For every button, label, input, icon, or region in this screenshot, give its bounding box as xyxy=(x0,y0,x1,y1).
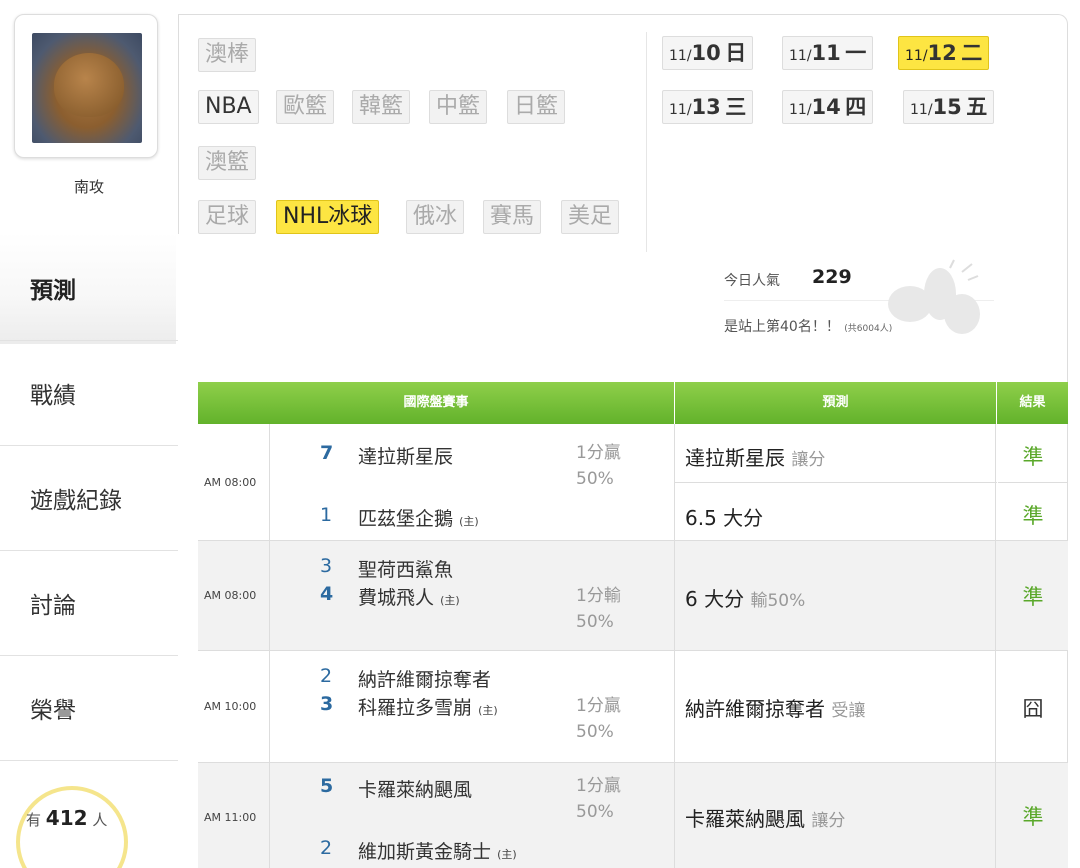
prediction-text: 卡羅萊納颶風 讓分 xyxy=(685,807,846,831)
header-match: 國際盤賽事 xyxy=(198,382,675,424)
match-time: AM 10:00 xyxy=(198,651,270,762)
team-rank: 7 xyxy=(320,442,334,464)
team-name: 達拉斯星辰 xyxy=(358,446,454,468)
today-popularity-label: 今日人氣 xyxy=(724,273,780,289)
prediction-cell: 6 大分 輸50% xyxy=(674,541,996,650)
popularity-badge-text: 有 412 人 xyxy=(26,806,108,830)
category-tag[interactable]: 美足 xyxy=(561,200,620,234)
category-tag[interactable]: 足球 xyxy=(198,200,257,234)
prediction-text: 納許維爾掠奪者 受讓 xyxy=(685,697,866,721)
team-rank: 2 xyxy=(320,665,333,687)
result-mark: 準 xyxy=(1022,805,1044,829)
date-tab-active[interactable]: 11/12 二 xyxy=(898,36,990,70)
spread: 1分贏 50% xyxy=(576,443,621,489)
result-mark: 準 xyxy=(1022,504,1044,528)
nav-item-label: 遊戲紀錄 xyxy=(30,488,122,514)
nav-item-prediction[interactable]: 預測 xyxy=(0,232,178,344)
team-rank: 3 xyxy=(320,555,333,577)
team-name: 科羅拉多雪崩 (主) xyxy=(358,697,498,719)
date-tab[interactable]: 11/13 三 xyxy=(662,90,754,124)
nav-item-record[interactable]: 戰績 xyxy=(0,340,178,445)
spread: 1分贏 50% xyxy=(576,696,621,742)
today-popularity-value: 229 xyxy=(812,266,852,288)
team-rank: 4 xyxy=(320,583,334,605)
table-row: AM 08:00 3 聖荷西鯊魚 4 費城飛人 (主) 1分輸 50% 6 大分 … xyxy=(198,541,1068,651)
team-rank: 5 xyxy=(320,775,334,797)
team-rank: 1 xyxy=(320,504,333,526)
nav-item-label: 預測 xyxy=(30,278,76,304)
prediction-cell: 達拉斯星辰 讓分 6.5 大分 xyxy=(674,424,997,540)
nav-item-label: 戰績 xyxy=(30,383,76,409)
divider xyxy=(646,32,647,252)
category-tag[interactable]: NBA xyxy=(198,90,259,124)
match-time: AM 08:00 xyxy=(198,424,270,540)
team-rank: 3 xyxy=(320,693,334,715)
site-rank: 是站上第40名！！ (共6004人) xyxy=(724,319,893,335)
team-name: 卡羅萊納颶風 xyxy=(358,779,473,801)
category-tag[interactable]: 賽馬 xyxy=(483,200,542,234)
date-tab[interactable]: 11/14 四 xyxy=(782,90,874,124)
result-mark: 準 xyxy=(1022,445,1044,469)
table-row: AM 08:00 7 達拉斯星辰 1分贏 50% 1 匹茲堡企鵝 (主) 達拉斯星… xyxy=(198,424,1068,541)
sidebar: 南攻 預測 戰績 遊戲紀錄 討論 榮譽 有 412 人 xyxy=(0,0,178,868)
avatar xyxy=(32,33,142,143)
category-tag-active[interactable]: NHL冰球 xyxy=(276,200,380,234)
team-name: 匹茲堡企鵝 (主) xyxy=(358,508,479,530)
team-name: 聖荷西鯊魚 xyxy=(358,559,454,581)
category-tag[interactable]: 俄冰 xyxy=(406,200,465,234)
team-name: 維加斯黃金騎士 (主) xyxy=(358,841,517,863)
prediction-text: 達拉斯星辰 讓分 xyxy=(685,446,826,470)
table-header: 國際盤賽事 預測 結果 xyxy=(198,382,1068,424)
user-name: 南攻 xyxy=(73,178,104,196)
date-tab[interactable]: 11/15 五 xyxy=(903,90,995,124)
prediction-cell: 卡羅萊納颶風 讓分 xyxy=(674,763,996,868)
table-row: AM 11:00 5 卡羅萊納颶風 1分贏 50% 2 維加斯黃金騎士 (主) 卡… xyxy=(198,763,1068,868)
nav-item-game-log[interactable]: 遊戲紀錄 xyxy=(0,445,178,550)
date-tab[interactable]: 11/10 日 xyxy=(662,36,754,70)
prediction-text: 6.5 大分 xyxy=(685,506,764,530)
result-mark: 準 xyxy=(1022,585,1044,609)
result-mark: 囧 xyxy=(1022,697,1044,721)
spread: 1分輸 50% xyxy=(576,586,621,632)
team-name: 費城飛人 (主) xyxy=(358,587,460,609)
category-tag[interactable]: 澳棒 xyxy=(198,38,257,72)
nav-item-honor[interactable]: 榮譽 xyxy=(0,655,178,760)
category-tag[interactable]: 韓籃 xyxy=(352,90,411,124)
category-tag[interactable]: 中籃 xyxy=(429,90,488,124)
nav-item-label: 榮譽 xyxy=(30,698,76,724)
nav-item-label: 討論 xyxy=(30,593,76,619)
table-row: AM 10:00 2 納許維爾掠奪者 3 科羅拉多雪崩 (主) 1分贏 50% 納… xyxy=(198,651,1068,763)
decorative-flower-icon xyxy=(888,259,980,334)
match-time: AM 11:00 xyxy=(198,763,270,868)
nav-item-discussion[interactable]: 討論 xyxy=(0,550,178,655)
prediction-cell: 納許維爾掠奪者 受讓 xyxy=(674,651,996,762)
date-tab[interactable]: 11/11 一 xyxy=(782,36,874,70)
spread: 1分贏 50% xyxy=(576,776,621,822)
header-result: 結果 xyxy=(1019,395,1046,410)
team-name: 納許維爾掠奪者 xyxy=(358,669,492,691)
team-rank: 2 xyxy=(320,837,333,859)
prediction-text: 6 大分 輸50% xyxy=(685,587,806,611)
header-prediction: 預測 xyxy=(675,382,997,424)
avatar-card[interactable] xyxy=(14,14,158,158)
category-tag[interactable]: 日籃 xyxy=(507,90,566,124)
category-tag[interactable]: 歐籃 xyxy=(276,90,335,124)
match-time: AM 08:00 xyxy=(198,541,270,650)
category-tag[interactable]: 澳籃 xyxy=(198,146,257,180)
